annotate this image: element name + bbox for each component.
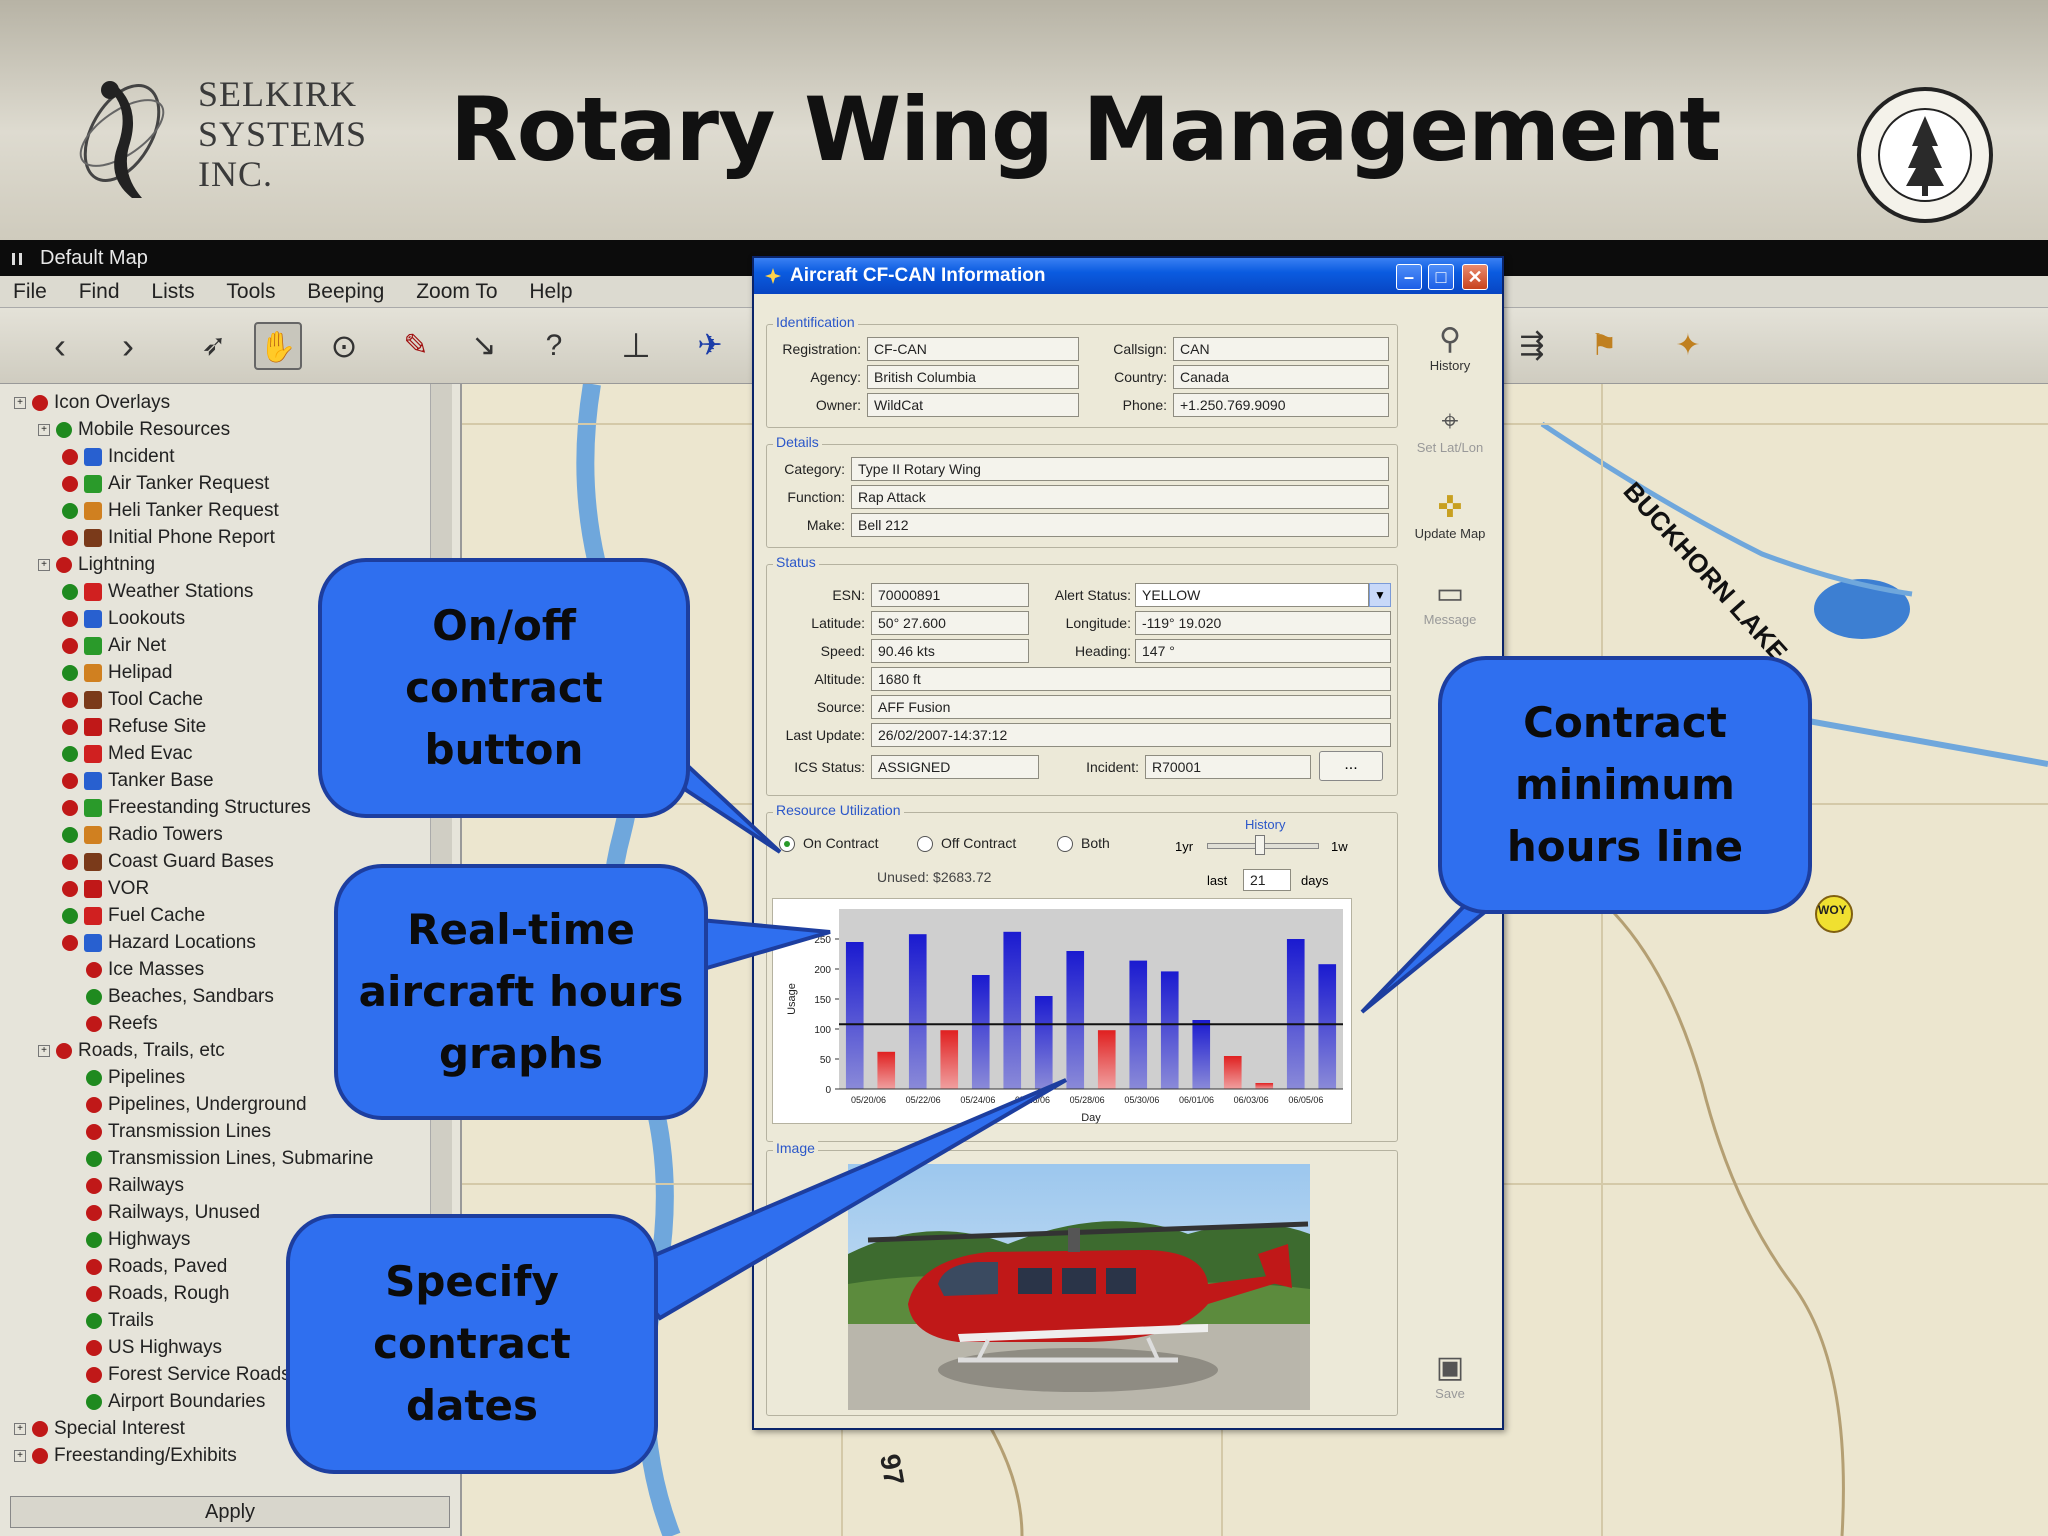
callout-text: Specify contract dates (373, 1257, 571, 1430)
callout-pointer (616, 1078, 1068, 1321)
callout-pointer (1360, 895, 1509, 1014)
callout-text: Contract minimum hours line (1506, 698, 1744, 871)
callout-text: Real-time aircraft hours graphs (358, 905, 684, 1078)
callout-pointer (698, 917, 831, 973)
callout-minimum-line: Contract minimum hours line (1438, 656, 1812, 914)
callout-text: On/off contract button (405, 601, 603, 774)
callout-realtime-graphs: Real-time aircraft hours graphs (334, 864, 708, 1120)
callout-onoff-contract: On/off contract button (318, 558, 690, 818)
callout-contract-dates: Specify contract dates (286, 1214, 658, 1474)
